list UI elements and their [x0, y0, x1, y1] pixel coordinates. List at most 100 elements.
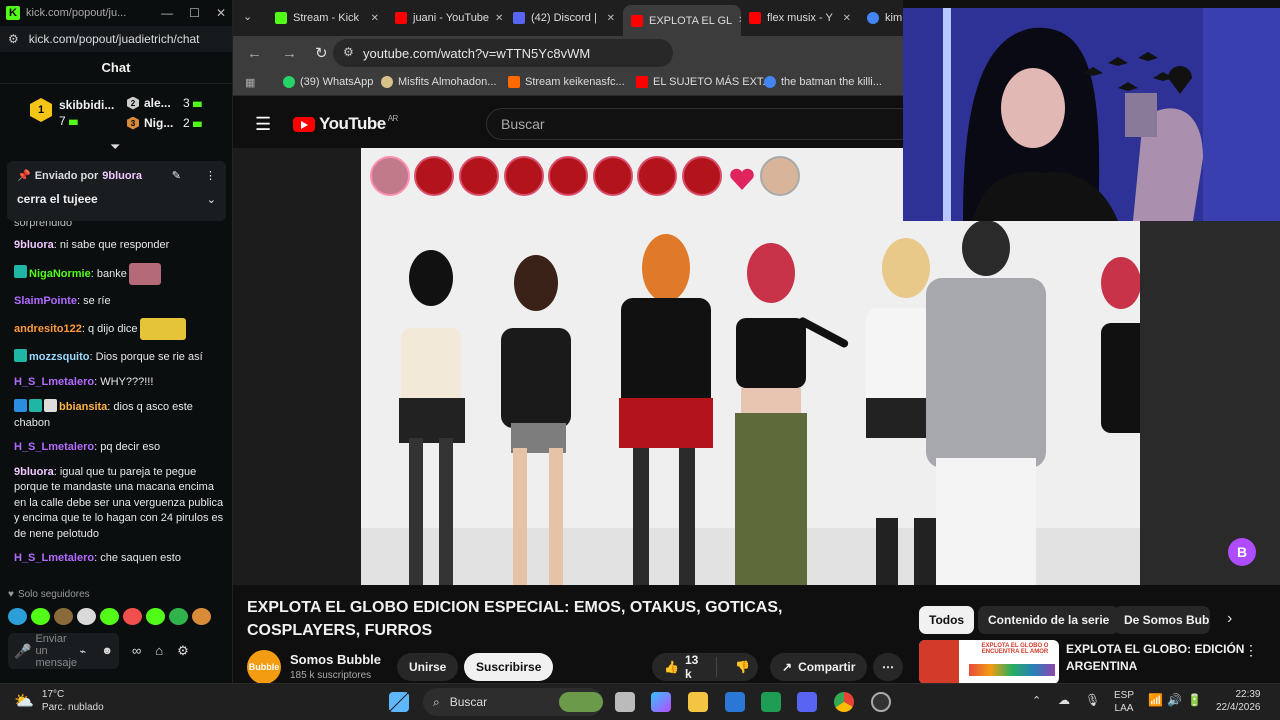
unpin-icon[interactable]: ✎ [172, 169, 181, 182]
site-info-icon[interactable]: ⚙ [343, 45, 354, 59]
task-view-icon[interactable] [615, 692, 635, 712]
link-icon[interactable]: ∞ [132, 643, 141, 659]
more-actions-button[interactable]: ⋯ [873, 653, 903, 681]
leaderboard-third[interactable]: 3 Nig... [127, 116, 173, 130]
chat-username[interactable]: H_S_Lmetalero [14, 552, 94, 564]
windows-start-icon[interactable] [389, 692, 409, 712]
share-button[interactable]: ↗ Compartir [770, 653, 868, 681]
subscribe-button[interactable]: Suscribirse [464, 653, 554, 681]
chat-username[interactable]: 9bluora [14, 466, 54, 478]
youtube-search-input[interactable]: Buscar [486, 108, 916, 140]
microphone-icon[interactable]: 🎤 [14, 643, 31, 660]
wifi-icon[interactable]: 📶 [1148, 693, 1163, 707]
bookmark-stream[interactable]: Stream keikenasfc... [508, 76, 625, 88]
tab-discord[interactable]: (42) Discord | ✕ [505, 5, 623, 31]
emote-icon[interactable] [77, 608, 96, 625]
close-tab-icon[interactable]: ✕ [495, 13, 503, 24]
chip-series[interactable]: Contenido de la serie [978, 606, 1120, 634]
tray-overflow-icon[interactable]: ⌃ [1032, 694, 1041, 707]
leaderboard-first[interactable]: 1 [30, 98, 52, 122]
copilot-icon[interactable] [651, 692, 671, 712]
leaderboard-second[interactable]: 2 ale... [127, 96, 171, 110]
pinned-message[interactable]: 📌 Enviado por 9bluora ✎ ⋮ cerra el tujee… [7, 161, 226, 221]
chrome-icon[interactable] [834, 692, 854, 712]
menu-icon[interactable]: ☰ [255, 114, 271, 135]
command-icon[interactable]: ⌁ [79, 645, 86, 658]
store-icon[interactable]: ⌂ [155, 643, 163, 659]
kick-address-bar[interactable]: ⚙ kick.com/popout/juadietrich/chat [0, 26, 232, 52]
emote-icon[interactable] [169, 608, 188, 625]
expand-pinned-icon[interactable]: ⌄ [207, 193, 216, 206]
pinned-user[interactable]: 9bluora [102, 170, 142, 182]
close-icon[interactable]: ✕ [216, 6, 226, 20]
recommended-thumbnail[interactable]: EXPLOTA EL GLOBO O ENCUENTRA EL AMOR [919, 640, 1059, 684]
recommended-video[interactable]: EXPLOTA EL GLOBO O ENCUENTRA EL AMOR EXP… [919, 640, 1259, 684]
chip-channel[interactable]: De Somos Bubble [1114, 606, 1210, 634]
chat-input[interactable]: 🎤 Enviar un mensaje ⌁ ☻ [8, 633, 119, 669]
address-bar[interactable]: ⚙ youtube.com/watch?v=wTTN5Yc8vWM [333, 39, 673, 67]
bookmark-whatsapp[interactable]: (39) WhatsApp [283, 76, 373, 88]
like-button[interactable]: 👍 13 k [652, 653, 710, 681]
chip-all[interactable]: Todos [919, 606, 975, 634]
emote-icon[interactable] [123, 608, 142, 625]
apps-grid-icon[interactable]: ▦ [245, 76, 255, 89]
site-settings-icon[interactable]: ⚙ [8, 32, 19, 46]
onedrive-icon[interactable]: ☁ [1058, 693, 1070, 707]
chat-username[interactable]: mozzsquito [29, 351, 90, 363]
file-explorer-icon[interactable] [688, 692, 708, 712]
channel-avatar[interactable]: Bubble [247, 650, 281, 684]
close-tab-icon[interactable]: ✕ [843, 13, 851, 24]
chat-username[interactable]: 9bluora [14, 239, 54, 251]
channel-name[interactable]: Somos Bubble [290, 652, 381, 667]
tab-flex-musix[interactable]: flex musix - Y ✕ [741, 5, 859, 31]
emoji-icon[interactable]: ☻ [101, 645, 113, 657]
chat-username[interactable]: NigaNormie [29, 267, 91, 279]
clock[interactable]: 22:39 22/4/2026 [1216, 688, 1261, 714]
tab-kick[interactable]: Stream - Kick ✕ [267, 5, 387, 31]
bookmark-sujeto[interactable]: EL SUJETO MÁS EXT... [636, 76, 772, 88]
emote-icon[interactable] [8, 608, 27, 625]
obs-icon[interactable] [871, 692, 891, 712]
discord-icon[interactable] [797, 692, 817, 712]
emote-icon[interactable] [31, 608, 50, 625]
tab-search-icon[interactable]: ⌄ [243, 10, 252, 23]
chat-username[interactable]: andresito122 [14, 323, 82, 335]
taskbar-search[interactable]: ⌕ Buscar [423, 688, 603, 716]
join-button[interactable]: Unirse [397, 653, 459, 681]
chat-username[interactable]: bbiansita [59, 401, 107, 413]
emote-icon[interactable] [54, 608, 73, 625]
close-tab-icon[interactable]: ✕ [371, 13, 379, 24]
dislike-button[interactable]: 👎 [723, 660, 762, 674]
chips-next-icon[interactable]: › [1227, 610, 1232, 628]
settings-icon[interactable]: ⚙ [177, 643, 189, 659]
bookmark-misfits[interactable]: Misfits Almohadon... [381, 76, 496, 88]
battery-icon[interactable]: 🔋 [1187, 693, 1202, 707]
close-tab-icon[interactable]: ✕ [607, 13, 615, 24]
back-icon[interactable]: ← [247, 45, 262, 62]
channel-watermark-icon[interactable]: B [1228, 538, 1256, 566]
collapse-leaderboard-icon[interactable]: ⏷ [110, 139, 120, 155]
tab-youtube-juani[interactable]: juani - YouTube ✕ [387, 5, 505, 31]
maximize-icon[interactable]: ☐ [189, 6, 200, 20]
bookmark-batman[interactable]: the batman the killi... [764, 76, 882, 88]
forward-icon[interactable]: → [282, 45, 297, 62]
chat-username[interactable]: SlaimPointe [14, 295, 77, 307]
emote-icon[interactable] [146, 608, 165, 625]
emote-icon[interactable] [100, 608, 119, 625]
recommended-more-icon[interactable]: ⋮ [1244, 642, 1258, 659]
input-language[interactable]: ESP LAA [1114, 689, 1134, 715]
weather-widget[interactable]: ⛅ 17°C Parc. nublado [14, 688, 104, 714]
word-icon[interactable] [725, 692, 745, 712]
youtube-logo[interactable]: YouTube AR [293, 114, 398, 134]
chat-username[interactable]: H_S_Lmetalero [14, 441, 94, 453]
emote-icon[interactable] [192, 608, 211, 625]
tray-mic-icon[interactable]: 🎙 [1085, 693, 1100, 707]
tab-explota-active[interactable]: EXPLOTA EL GL✕ [623, 5, 741, 36]
reload-icon[interactable]: ↻ [315, 44, 328, 62]
chat-username[interactable]: H_S_Lmetalero [14, 376, 94, 388]
more-options-icon[interactable]: ⋮ [205, 169, 216, 182]
tab-kim[interactable]: kim [859, 5, 903, 31]
excel-icon[interactable] [761, 692, 781, 712]
minimize-icon[interactable]: — [161, 6, 173, 20]
volume-icon[interactable]: 🔊 [1167, 693, 1182, 707]
